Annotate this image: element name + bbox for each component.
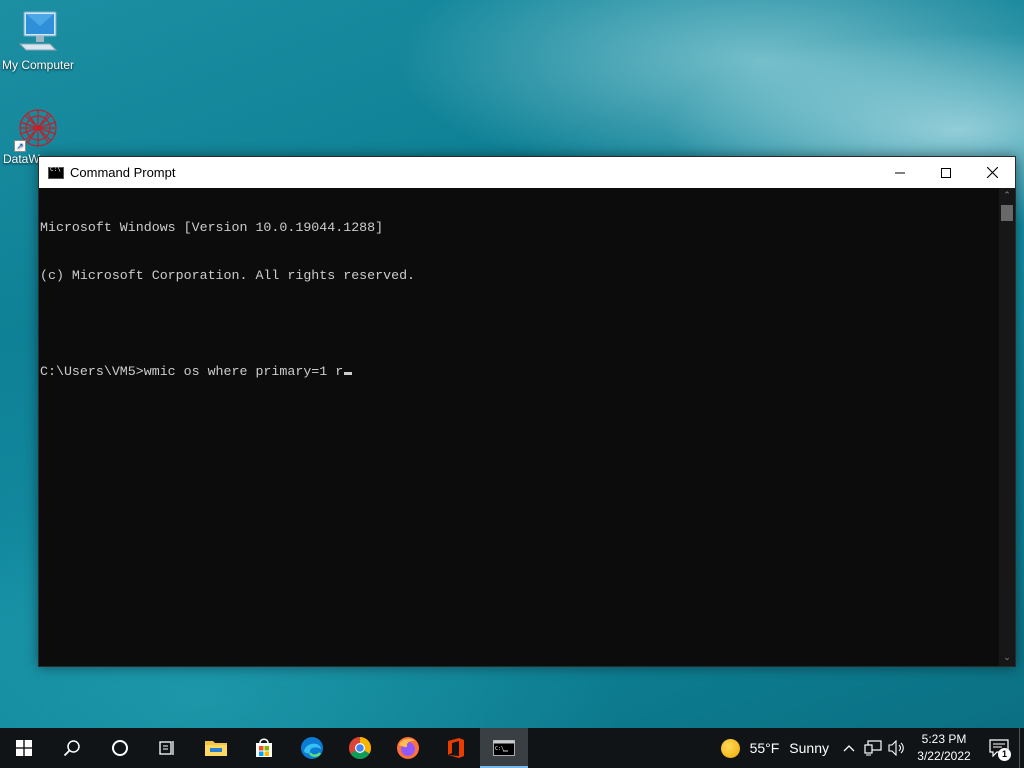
scroll-down-arrow-icon[interactable]: ⌄ bbox=[999, 650, 1015, 666]
network-button[interactable] bbox=[861, 728, 885, 768]
network-icon bbox=[864, 740, 882, 756]
weather-widget[interactable]: 55°F Sunny bbox=[713, 728, 837, 768]
console-line: Microsoft Windows [Version 10.0.19044.12… bbox=[40, 220, 384, 235]
cortana-button[interactable] bbox=[96, 728, 144, 768]
chrome-icon bbox=[349, 737, 371, 759]
taskbar: C:\ 55°F Sunny 5:23 PM 3/22/2022 1 bbox=[0, 728, 1024, 768]
windows-logo-icon bbox=[16, 740, 32, 756]
store-icon bbox=[256, 738, 272, 757]
start-button[interactable] bbox=[0, 728, 48, 768]
weather-condition: Sunny bbox=[789, 740, 829, 756]
command-prompt-window[interactable]: Command Prompt Microsoft Windows [Versio… bbox=[38, 156, 1016, 667]
edge-button[interactable] bbox=[288, 728, 336, 768]
shortcut-arrow-icon: ↗ bbox=[14, 140, 26, 152]
firefox-button[interactable] bbox=[384, 728, 432, 768]
console-output[interactable]: Microsoft Windows [Version 10.0.19044.12… bbox=[39, 188, 999, 666]
close-icon bbox=[986, 167, 998, 178]
system-tray: 55°F Sunny 5:23 PM 3/22/2022 1 bbox=[713, 728, 1024, 768]
window-title: Command Prompt bbox=[70, 165, 176, 180]
desktop-icon-label: My Computer bbox=[1, 58, 75, 72]
clock-time: 5:23 PM bbox=[921, 732, 967, 746]
task-view-button[interactable] bbox=[144, 728, 192, 768]
firefox-icon bbox=[397, 737, 419, 759]
minimize-icon bbox=[895, 172, 905, 173]
weather-temperature: 55°F bbox=[749, 740, 780, 756]
close-button[interactable] bbox=[969, 157, 1015, 188]
notification-count-badge: 1 bbox=[998, 748, 1011, 761]
action-center-button[interactable]: 1 bbox=[979, 728, 1019, 768]
command-prompt-taskbar-button[interactable]: C:\ bbox=[480, 728, 528, 768]
scrollbar-thumb[interactable] bbox=[1001, 205, 1013, 221]
search-icon bbox=[63, 740, 80, 757]
office-button[interactable] bbox=[432, 728, 480, 768]
search-button[interactable] bbox=[48, 728, 96, 768]
clock[interactable]: 5:23 PM 3/22/2022 bbox=[909, 731, 979, 765]
desktop-icon-my-computer[interactable]: My Computer bbox=[0, 8, 76, 72]
volume-button[interactable] bbox=[885, 728, 909, 768]
maximize-icon bbox=[941, 167, 951, 178]
computer-icon bbox=[18, 11, 58, 51]
cmd-icon: C:\ bbox=[493, 740, 515, 756]
maximize-button[interactable] bbox=[923, 157, 969, 188]
file-explorer-button[interactable] bbox=[192, 728, 240, 768]
cortana-circle-icon bbox=[112, 740, 128, 756]
console-line: (c) Microsoft Corporation. All rights re… bbox=[40, 268, 416, 283]
sun-icon bbox=[720, 738, 740, 758]
chrome-button[interactable] bbox=[336, 728, 384, 768]
microsoft-store-button[interactable] bbox=[240, 728, 288, 768]
cmd-icon bbox=[48, 166, 64, 179]
scroll-up-arrow-icon[interactable]: ⌃ bbox=[999, 188, 1015, 204]
vertical-scrollbar[interactable]: ⌃ ⌄ bbox=[999, 188, 1015, 666]
edge-icon bbox=[301, 737, 323, 759]
minimize-button[interactable] bbox=[877, 157, 923, 188]
clock-date: 3/22/2022 bbox=[917, 749, 971, 763]
task-view-icon bbox=[159, 741, 174, 755]
console-command: C:\Users\VM5>wmic os where primary=1 r bbox=[40, 364, 344, 379]
text-cursor bbox=[344, 372, 353, 375]
console-prompt-line[interactable]: C:\Users\VM5>wmic os where primary=1 r bbox=[40, 364, 999, 380]
show-desktop-button[interactable] bbox=[1019, 728, 1024, 768]
folder-icon bbox=[205, 741, 227, 756]
show-hidden-icons-button[interactable] bbox=[837, 728, 861, 768]
svg-text:C:\: C:\ bbox=[495, 746, 504, 752]
title-bar[interactable]: Command Prompt bbox=[39, 157, 1015, 188]
speaker-icon bbox=[888, 740, 904, 756]
office-icon bbox=[448, 738, 464, 758]
chevron-up-icon bbox=[843, 745, 855, 752]
